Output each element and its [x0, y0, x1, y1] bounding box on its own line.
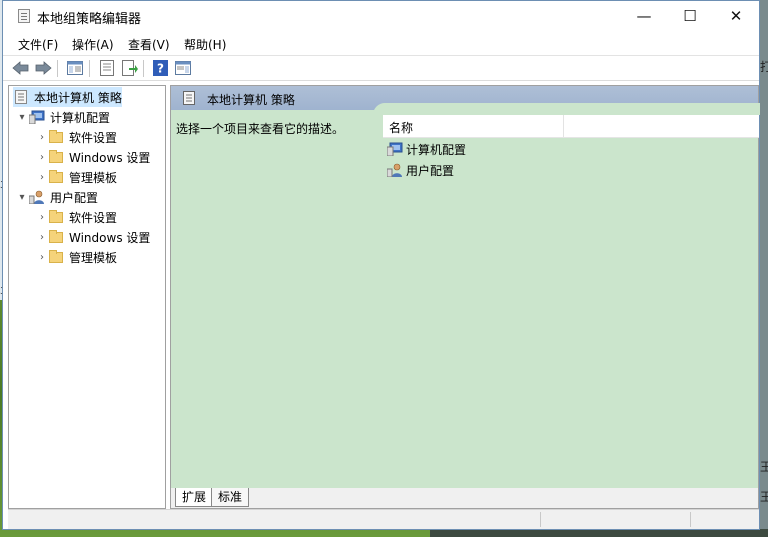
toolbar-separator — [143, 60, 144, 77]
folder-icon — [49, 229, 63, 243]
list-column-header: 名称 — [383, 115, 759, 138]
chevron-right-icon[interactable]: › — [35, 132, 49, 143]
close-button[interactable]: ✕ — [713, 1, 759, 32]
tree-item-user-software[interactable]: › 软件设置 — [35, 207, 117, 227]
tree-pane: 本地计算机 策略 ▾ 计算机配置 › 软件设置 › Windows 设置 › 管… — [8, 85, 166, 509]
minimize-button[interactable]: — — [621, 1, 667, 32]
chevron-right-icon[interactable]: › — [35, 172, 49, 183]
window-title: 本地组策略编辑器 — [37, 12, 142, 27]
folder-icon — [49, 249, 63, 263]
tree-item-user-config[interactable]: ▾ 用户配置 — [15, 187, 98, 207]
desktop-text: 王 — [760, 490, 768, 504]
tree-item-label: 管理模板 — [69, 250, 118, 265]
status-bar — [8, 509, 759, 529]
view-tabs: 扩展 标准 — [171, 488, 758, 508]
show-hide-tree-icon[interactable] — [65, 59, 85, 77]
tree-item-label: 软件设置 — [69, 210, 118, 225]
forward-icon[interactable] — [33, 59, 53, 77]
tree-item-label: 用户配置 — [50, 190, 99, 205]
folder-icon — [49, 209, 63, 223]
user-icon — [387, 162, 403, 178]
export-list-icon[interactable] — [120, 59, 140, 77]
column-name-header[interactable]: 名称 — [389, 119, 413, 136]
tree-item-computer-config[interactable]: ▾ 计算机配置 — [15, 107, 110, 127]
status-divider — [540, 512, 541, 527]
toolbar-separator — [89, 60, 90, 77]
menu-help[interactable]: 帮助(H) — [184, 36, 226, 53]
main-content: 本地计算机 策略 ▾ 计算机配置 › 软件设置 › Windows 设置 › 管… — [8, 85, 760, 509]
tree-item-label: Windows 设置 — [69, 150, 151, 165]
tree-item-computer-windows[interactable]: › Windows 设置 — [35, 147, 150, 167]
computer-icon — [387, 141, 403, 157]
tree-item-user-windows[interactable]: › Windows 设置 — [35, 227, 150, 247]
chevron-right-icon[interactable]: › — [35, 212, 49, 223]
chevron-right-icon[interactable]: › — [35, 152, 49, 163]
chevron-down-icon[interactable]: ▾ — [15, 192, 29, 203]
tree-item-label: 软件设置 — [69, 130, 118, 145]
tree-root-label: 本地计算机 策略 — [34, 90, 122, 105]
tree-item-label: 管理模板 — [69, 170, 118, 185]
gpedit-window: 本地组策略编辑器 — ☐ ✕ 文件(F) 操作(A) 查看(V) 帮助(H) ? — [2, 0, 760, 530]
show-hide-action-pane-icon[interactable] — [173, 59, 193, 77]
status-divider — [690, 512, 691, 527]
folder-icon — [49, 149, 63, 163]
user-icon — [29, 189, 45, 205]
computer-icon — [29, 109, 45, 125]
folder-icon — [49, 129, 63, 143]
title-bar[interactable]: 本地组策略编辑器 — ☐ ✕ — [3, 1, 759, 32]
toolbar-separator — [57, 60, 58, 77]
folder-icon — [49, 169, 63, 183]
policy-document-icon — [18, 9, 30, 23]
chevron-right-icon[interactable]: › — [35, 252, 49, 263]
desktop-text: 王 — [760, 460, 768, 474]
desktop-text: 打 — [760, 60, 768, 74]
tab-standard[interactable]: 标准 — [211, 488, 250, 507]
tree-item-label: 计算机配置 — [50, 110, 111, 125]
chevron-right-icon[interactable]: › — [35, 232, 49, 243]
menu-action[interactable]: 操作(A) — [72, 36, 114, 53]
list-item-label: 计算机配置 — [406, 142, 467, 157]
details-pane: 本地计算机 策略 选择一个项目来查看它的描述。 名称 计算机配置 用户配置 扩展… — [170, 85, 760, 509]
tree-item-user-admin[interactable]: › 管理模板 — [35, 247, 117, 267]
svg-text:?: ? — [157, 62, 164, 76]
column-divider[interactable] — [563, 115, 564, 137]
tab-extended[interactable]: 扩展 — [175, 488, 214, 507]
toolbar: ? — [3, 55, 759, 81]
policy-document-icon — [183, 91, 195, 108]
maximize-button[interactable]: ☐ — [667, 1, 713, 32]
details-header-title: 本地计算机 策略 — [207, 93, 295, 107]
list-item-computer-config[interactable]: 计算机配置 — [387, 139, 466, 159]
tree-item-computer-software[interactable]: › 软件设置 — [35, 127, 117, 147]
tree-item-computer-admin[interactable]: › 管理模板 — [35, 167, 117, 187]
properties-icon[interactable] — [97, 59, 117, 77]
menu-bar: 文件(F) 操作(A) 查看(V) 帮助(H) — [3, 32, 759, 54]
menu-file[interactable]: 文件(F) — [18, 36, 58, 53]
help-icon[interactable]: ? — [150, 59, 170, 77]
list-item-label: 用户配置 — [406, 163, 455, 178]
list-item-user-config[interactable]: 用户配置 — [387, 160, 454, 180]
description-text: 选择一个项目来查看它的描述。 — [176, 122, 345, 136]
back-icon[interactable] — [11, 59, 31, 77]
chevron-down-icon[interactable]: ▾ — [15, 112, 29, 123]
policy-document-icon — [13, 89, 29, 105]
tree-item-label: Windows 设置 — [69, 230, 151, 245]
header-curve — [373, 103, 760, 115]
tree-root[interactable]: 本地计算机 策略 — [13, 87, 122, 107]
menu-view[interactable]: 查看(V) — [128, 36, 170, 53]
